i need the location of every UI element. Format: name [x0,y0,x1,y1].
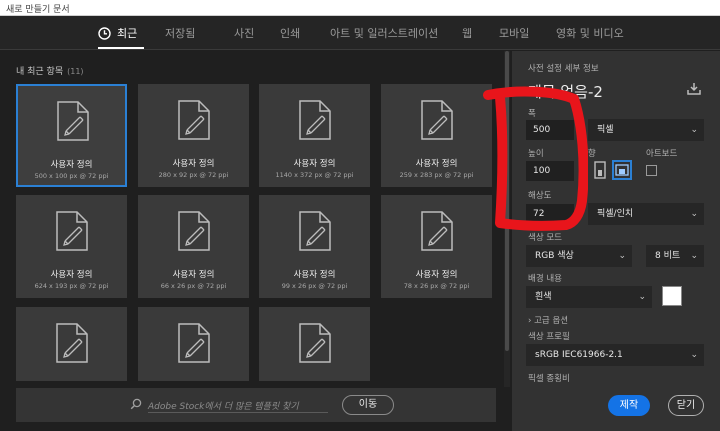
width-unit-value: 픽셀 [597,125,614,135]
preset-details-heading: 사전 설정 세부 정보 [528,64,599,74]
color-profile-dropdown[interactable]: sRGB IEC61966-2.1 ⌄ [526,344,704,366]
document-icon [421,100,453,140]
document-icon [299,100,331,140]
search-icon [130,398,142,410]
preset-card[interactable]: 사용자 정의 99 x 26 px @ 72 ppi [259,195,370,298]
preset-card[interactable] [259,307,370,381]
bit-depth-value: 8 비트 [655,251,681,261]
resolution-unit-value: 픽셀/인치 [597,209,634,219]
chevron-down-icon: ⌄ [690,350,698,360]
tab-recent-label: 최근 [117,27,138,40]
category-tabbar: 최근 저장됨 사진 인쇄 아트 및 일러스트레이션 웹 모바일 영화 및 비디오 [0,16,720,50]
tab-recent[interactable]: 최근 [98,25,137,41]
document-icon [56,211,88,251]
chevron-down-icon: ⌄ [618,251,626,261]
color-profile-label: 색상 프로필 [528,332,570,342]
chevron-down-icon: ⌄ [638,292,646,302]
preset-card[interactable]: 사용자 정의 1140 x 372 px @ 72 ppi [259,84,370,187]
background-dropdown[interactable]: 흰색 ⌄ [526,286,652,308]
preset-card-title: 사용자 정의 [172,270,215,280]
preset-card-dimensions: 280 x 92 px @ 72 ppi [158,171,229,179]
advanced-options-label: 고급 옵션 [534,316,569,326]
document-icon [56,323,88,363]
preset-card[interactable] [16,307,127,381]
preset-card[interactable] [138,307,249,381]
window-title: 새로 만들기 문서 [6,5,70,15]
active-tab-indicator [98,47,144,49]
recent-items-count: (11) [67,67,84,76]
chevron-down-icon: ⌄ [690,125,698,135]
recent-items-heading: 내 최근 항목 (11) [16,64,84,77]
red-annotation-mark [483,86,588,231]
save-preset-icon[interactable] [686,82,702,96]
preset-card-title: 사용자 정의 [293,270,336,280]
preset-card-dimensions: 78 x 26 px @ 72 ppi [403,282,470,290]
recent-items-panel: 내 최근 항목 (11) 사용자 정의 500 x 100 px @ 72 ppi 사… [0,51,512,431]
recent-items-label: 내 최근 항목 [16,67,64,77]
preset-card-dimensions: 66 x 26 px @ 72 ppi [160,282,227,290]
color-mode-dropdown[interactable]: RGB 색상 ⌄ [526,245,632,267]
window-titlebar: 새로 만들기 문서 [0,0,720,16]
chevron-right-icon: › [528,316,532,326]
stock-search-input[interactable]: Adobe Stock에서 더 많은 템플릿 찾기 [148,399,299,412]
preset-card-title: 사용자 정의 [50,160,93,170]
preset-card[interactable]: 사용자 정의 500 x 100 px @ 72 ppi [16,84,127,187]
preset-card-dimensions: 624 x 193 px @ 72 ppi [34,282,109,290]
background-value: 흰색 [535,292,552,302]
tab-saved[interactable]: 저장됨 [165,25,195,41]
document-icon [178,211,210,251]
go-button[interactable]: 이동 [342,395,394,415]
document-icon [57,101,89,141]
close-button[interactable]: 닫기 [668,395,704,416]
preset-card[interactable]: 사용자 정의 78 x 26 px @ 72 ppi [381,195,492,298]
artboard-label: 아트보드 [646,149,678,159]
document-icon [178,323,210,363]
background-label: 배경 내용 [528,274,562,284]
preset-card-dimensions: 259 x 283 px @ 72 ppi [399,171,474,179]
stock-search-bar: Adobe Stock에서 더 많은 템플릿 찾기 이동 [16,388,496,422]
clock-icon [98,27,111,40]
chevron-down-icon: ⌄ [690,209,698,219]
landscape-orientation-icon[interactable] [612,160,632,180]
stock-search-underline [148,412,328,413]
pixel-aspect-label: 픽셀 종횡비 [528,374,570,384]
preset-card-dimensions: 1140 x 372 px @ 72 ppi [275,171,354,179]
preset-card-dimensions: 500 x 100 px @ 72 ppi [34,172,109,180]
document-icon [299,211,331,251]
tab-art-illustration[interactable]: 아트 및 일러스트레이션 [330,25,438,41]
chevron-down-icon: ⌄ [690,251,698,261]
tab-web[interactable]: 웹 [462,25,472,41]
preset-card[interactable]: 사용자 정의 624 x 193 px @ 72 ppi [16,195,127,298]
preset-card[interactable]: 사용자 정의 280 x 92 px @ 72 ppi [138,84,249,187]
color-mode-value: RGB 색상 [535,251,574,261]
preset-card-title: 사용자 정의 [415,159,458,169]
preset-card-title: 사용자 정의 [172,159,215,169]
tab-print[interactable]: 인쇄 [280,25,300,41]
preset-card-title: 사용자 정의 [50,270,93,280]
tab-mobile[interactable]: 모바일 [499,25,529,41]
preset-card-dimensions: 99 x 26 px @ 72 ppi [281,282,348,290]
tab-film-video[interactable]: 영화 및 비디오 [556,25,624,41]
tab-photo[interactable]: 사진 [234,25,254,41]
preset-card[interactable]: 사용자 정의 259 x 283 px @ 72 ppi [381,84,492,187]
preset-card[interactable]: 사용자 정의 66 x 26 px @ 72 ppi [138,195,249,298]
color-profile-value: sRGB IEC61966-2.1 [535,350,623,360]
create-button[interactable]: 제작 [608,395,650,416]
background-color-swatch[interactable] [662,286,682,306]
bit-depth-dropdown[interactable]: 8 비트 ⌄ [646,245,704,267]
preset-card-title: 사용자 정의 [293,159,336,169]
document-icon [299,323,331,363]
width-unit-dropdown[interactable]: 픽셀 ⌄ [588,119,704,141]
artboard-checkbox[interactable] [646,165,657,176]
preset-card-title: 사용자 정의 [415,270,458,280]
document-icon [421,211,453,251]
resolution-unit-dropdown[interactable]: 픽셀/인치 ⌄ [588,203,704,225]
advanced-options-toggle[interactable]: › 고급 옵션 [528,314,568,326]
portrait-orientation-icon[interactable] [590,160,610,180]
document-icon [178,100,210,140]
